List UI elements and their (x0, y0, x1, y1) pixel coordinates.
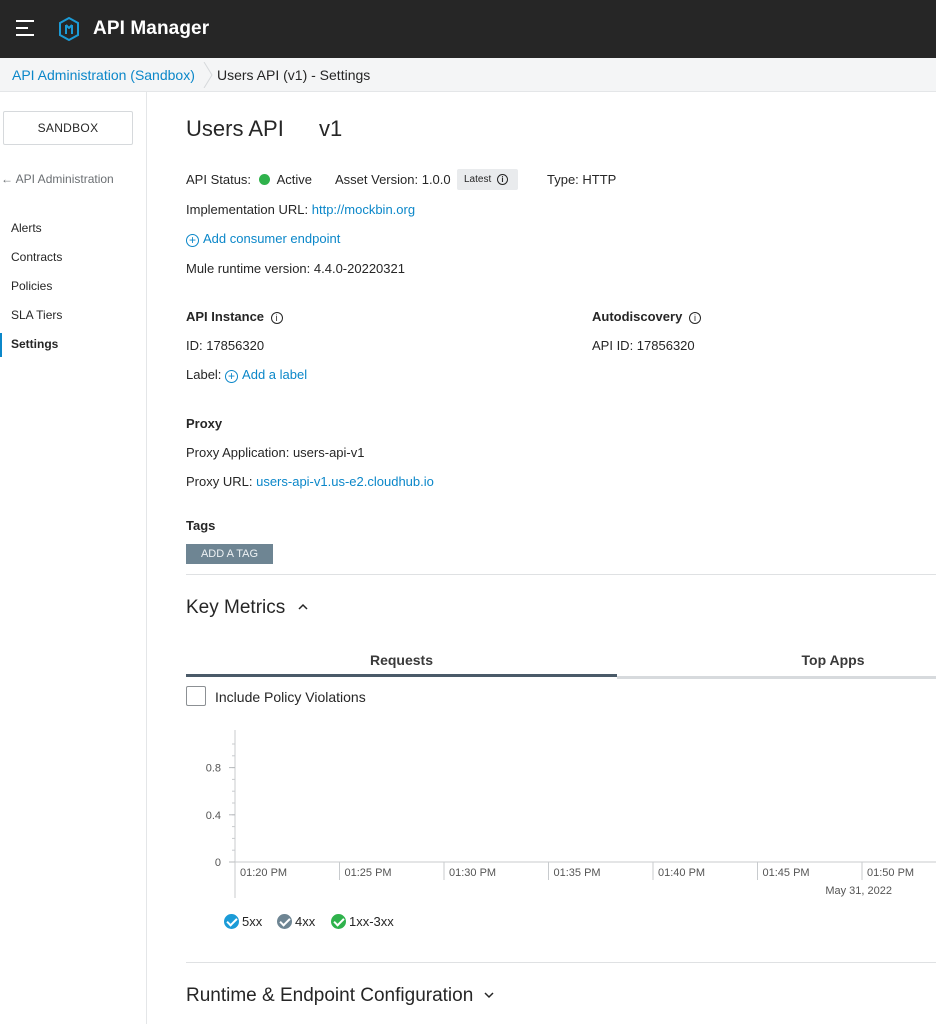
checked-circle-icon (277, 914, 292, 929)
key-metrics-toggle[interactable]: Key Metrics (186, 597, 309, 619)
app-title: API Manager (93, 18, 210, 39)
sidebar-item-sla-tiers[interactable]: SLA Tiers (11, 308, 62, 322)
chevron-up-icon (298, 603, 308, 610)
chevron-down-icon (484, 992, 494, 999)
sidebar-item-alerts[interactable]: Alerts (11, 221, 42, 235)
top-bar: API Manager (0, 0, 936, 58)
mule-runtime-version: Mule runtime version: 4.4.0-20220321 (186, 261, 405, 276)
runtime-endpoint-configuration-heading: Runtime & Endpoint Configuration (186, 985, 474, 1006)
label-prefix: Label: (186, 367, 222, 382)
x-tick-label: 01:25 PM (345, 867, 392, 879)
add-circle-icon: + (186, 234, 199, 247)
sidebar: SANDBOX ← API Administration Alerts Cont… (0, 92, 147, 1024)
proxy-url-link[interactable]: users-api-v1.us-e2.cloudhub.io (256, 474, 434, 489)
proxy-url-label: Proxy URL: (186, 474, 253, 489)
tab-active-underline (186, 674, 617, 677)
tags-heading: Tags (186, 518, 216, 533)
sidebar-item-policies[interactable]: Policies (11, 279, 52, 293)
api-instance-label-row: Label: + Add a label (186, 367, 307, 383)
asset-version: Asset Version: 1.0.0 (335, 172, 451, 187)
legend-label: 1xx-3xx (349, 914, 394, 929)
info-icon: i (497, 174, 509, 185)
tab-requests[interactable]: Requests (186, 652, 617, 668)
date-label: May 31, 2022 (825, 885, 892, 897)
environment-button[interactable]: SANDBOX (3, 111, 133, 145)
x-tick-label: 01:45 PM (763, 867, 810, 879)
api-version: v1 (319, 116, 343, 141)
legend-label: 5xx (242, 914, 263, 929)
divider (186, 962, 936, 963)
api-instance-heading-label: API Instance (186, 309, 265, 324)
checked-circle-icon (331, 914, 346, 929)
api-status-value: Active (276, 172, 312, 187)
include-policy-violations-label: Include Policy Violations (215, 689, 366, 705)
autodiscovery-heading-label: Autodiscovery (592, 309, 683, 324)
breadcrumb: API Administration (Sandbox) Users API (… (0, 58, 936, 92)
hamburger-menu-icon[interactable] (16, 20, 36, 38)
active-nav-indicator (0, 333, 2, 357)
api-type: Type: HTTP (547, 172, 617, 187)
sidebar-item-contracts[interactable]: Contracts (11, 250, 62, 264)
api-status-label: API Status: (186, 172, 252, 187)
back-to-api-administration-link[interactable]: ← API Administration (1, 172, 114, 186)
autodiscovery-heading: Autodiscovery i (592, 309, 701, 324)
x-tick-label: 01:20 PM (240, 867, 287, 879)
autodiscovery-api-id: API ID: 17856320 (592, 338, 695, 353)
api-instance-heading: API Instance i (186, 309, 283, 324)
divider (186, 574, 936, 575)
implementation-url-label: Implementation URL: (186, 202, 309, 217)
add-consumer-endpoint-label: Add consumer endpoint (203, 231, 341, 246)
proxy-heading: Proxy (186, 416, 223, 431)
latest-badge[interactable]: Latest i (457, 169, 518, 190)
tab-underline (617, 676, 936, 679)
add-consumer-endpoint-link[interactable]: + Add consumer endpoint (186, 231, 340, 247)
api-manager-logo-icon (59, 17, 79, 41)
requests-chart: 0.8 0.4 0 01:20 PM 01:25 PM 01:30 PM 01:35 PM 0… (206, 730, 936, 898)
legend-item-4xx[interactable]: 4xx (277, 914, 315, 929)
include-policy-violations-checkbox[interactable] (186, 686, 206, 706)
implementation-url-link[interactable]: http://mockbin.org (312, 202, 415, 217)
y-tick-label: 0 (215, 857, 221, 869)
checked-circle-icon (224, 914, 239, 929)
x-tick-label: 01:30 PM (449, 867, 496, 879)
api-status: API Status: Active (186, 172, 312, 187)
key-metrics-heading: Key Metrics (186, 597, 286, 618)
api-instance-id: ID: 17856320 (186, 338, 265, 353)
breadcrumb-separator (203, 62, 213, 88)
x-tick-label: 01:40 PM (658, 867, 705, 879)
y-tick-label: 0.4 (206, 810, 221, 822)
proxy-application: Proxy Application: users-api-v1 (186, 445, 365, 460)
add-a-tag-button[interactable]: ADD A TAG (186, 544, 273, 564)
breadcrumb-current: Users API (v1) - Settings (217, 67, 371, 83)
implementation-url-row: Implementation URL: http://mockbin.org (186, 202, 415, 217)
info-icon[interactable]: i (688, 312, 701, 324)
runtime-endpoint-configuration-toggle[interactable]: Runtime & Endpoint Configuration (186, 985, 495, 1007)
y-tick-label: 0.8 (206, 763, 221, 775)
legend-item-1xx-3xx[interactable]: 1xx-3xx (331, 914, 394, 929)
x-tick-label: 01:35 PM (554, 867, 601, 879)
info-icon[interactable]: i (270, 312, 283, 324)
add-label-text: Add a label (242, 367, 308, 382)
add-label-link[interactable]: + Add a label (225, 367, 308, 383)
status-active-dot-icon (258, 174, 270, 185)
api-name: Users API (186, 116, 284, 141)
add-circle-icon: + (225, 370, 239, 383)
sidebar-item-settings[interactable]: Settings (11, 337, 58, 351)
breadcrumb-parent-link[interactable]: API Administration (Sandbox) (12, 67, 195, 83)
proxy-url-row: Proxy URL: users-api-v1.us-e2.cloudhub.i… (186, 474, 434, 489)
legend-item-5xx[interactable]: 5xx (224, 914, 262, 929)
x-tick-label: 01:50 PM (867, 867, 914, 879)
legend-label: 4xx (295, 914, 316, 929)
tab-top-apps[interactable]: Top Apps (730, 652, 936, 668)
latest-badge-label: Latest (464, 174, 492, 185)
